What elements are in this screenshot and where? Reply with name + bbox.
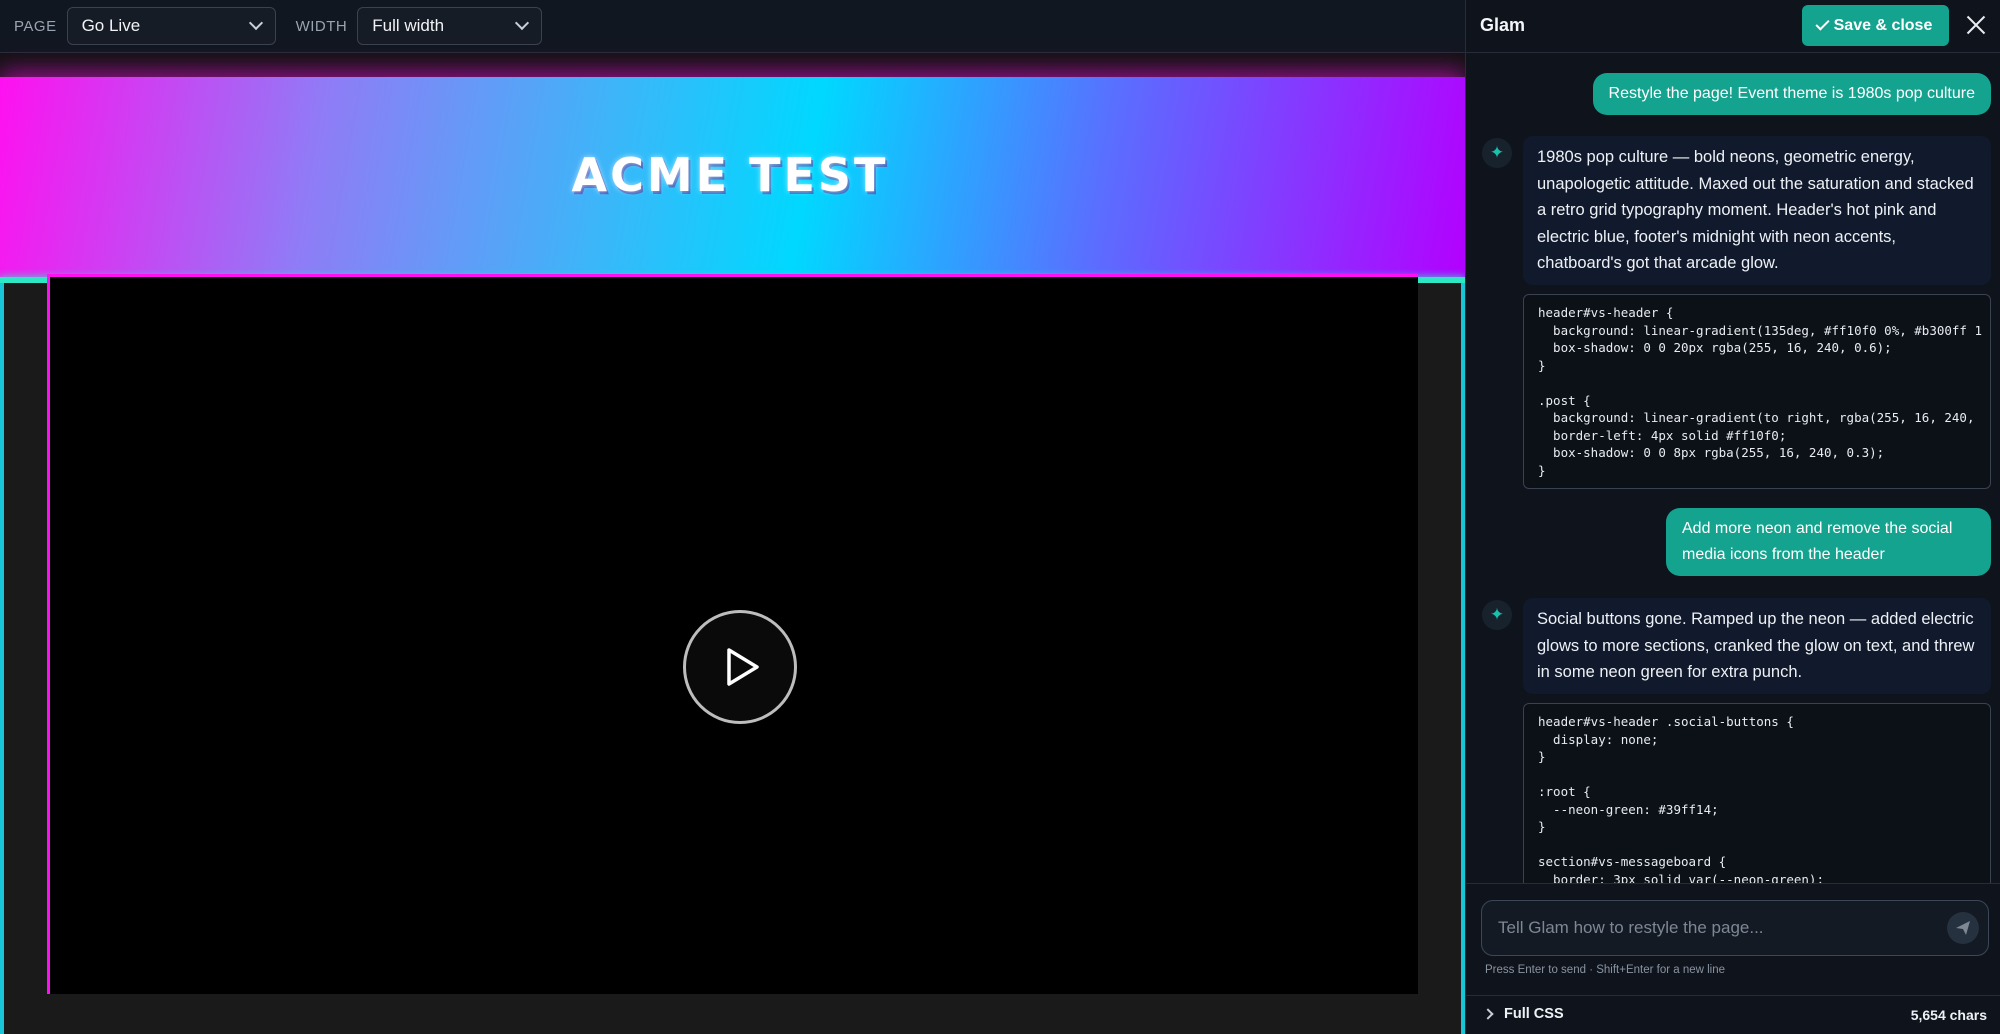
page-label: PAGE (14, 17, 57, 35)
user-message: Add more neon and remove the social medi… (1666, 508, 1991, 576)
code-block[interactable]: header#vs-header { background: linear-gr… (1523, 294, 1991, 489)
chat-input[interactable] (1482, 901, 1942, 955)
chevron-right-icon (1482, 1008, 1494, 1020)
width-select[interactable]: Full width (357, 7, 543, 45)
send-button[interactable] (1947, 912, 1979, 944)
chat-input-box[interactable] (1481, 900, 1989, 956)
chat-history[interactable]: Restyle the page! Event theme is 1980s p… (1466, 54, 2000, 883)
code-block[interactable]: header#vs-header .social-buttons { displ… (1523, 703, 1991, 883)
assistant-message: Social buttons gone. Ramped up the neon … (1523, 598, 1991, 694)
page-editor: PAGE Go Live WIDTH Full width ACME TEST (0, 0, 1465, 1034)
send-icon (1956, 921, 1970, 935)
chevron-down-icon (515, 15, 530, 31)
glam-panel: Glam Save & close Restyle the page! Even… (1465, 0, 2000, 1034)
sparkle-icon: ✦ (1482, 600, 1512, 630)
sparkle-icon: ✦ (1482, 138, 1512, 168)
full-css-label: Full CSS (1504, 1006, 1564, 1022)
width-select-value: Full width (372, 16, 445, 35)
save-close-button[interactable]: Save & close (1802, 5, 1949, 46)
play-button[interactable] (683, 610, 797, 724)
site-header[interactable]: ACME TEST (0, 77, 1465, 277)
page-select-value: Go Live (81, 16, 141, 35)
assistant-message: 1980s pop culture — bold neons, geometri… (1523, 136, 1991, 285)
save-close-label: Save & close (1833, 16, 1933, 34)
app-window: PAGE Go Live WIDTH Full width ACME TEST (0, 0, 2000, 1034)
page-select[interactable]: Go Live (66, 7, 276, 45)
css-char-count: 5,654 chars (1910, 1007, 1987, 1023)
user-message: Restyle the page! Event theme is 1980s p… (1592, 73, 1991, 115)
chevron-down-icon (248, 15, 263, 31)
site-title: ACME TEST (571, 147, 889, 202)
panel-title: Glam (1480, 15, 1526, 35)
play-icon (727, 648, 759, 686)
panel-header: Glam Save & close (1466, 0, 2000, 53)
check-icon (1815, 16, 1830, 31)
composer-hint: Press Enter to send · Shift+Enter for a … (1485, 964, 1726, 976)
close-icon[interactable] (1965, 14, 1987, 36)
editor-toolbar: PAGE Go Live WIDTH Full width (0, 0, 1465, 53)
width-label: WIDTH (295, 17, 348, 35)
full-css-toggle[interactable]: Full CSS 5,654 chars (1466, 995, 2000, 1034)
composer: Press Enter to send · Shift+Enter for a … (1466, 883, 2000, 995)
